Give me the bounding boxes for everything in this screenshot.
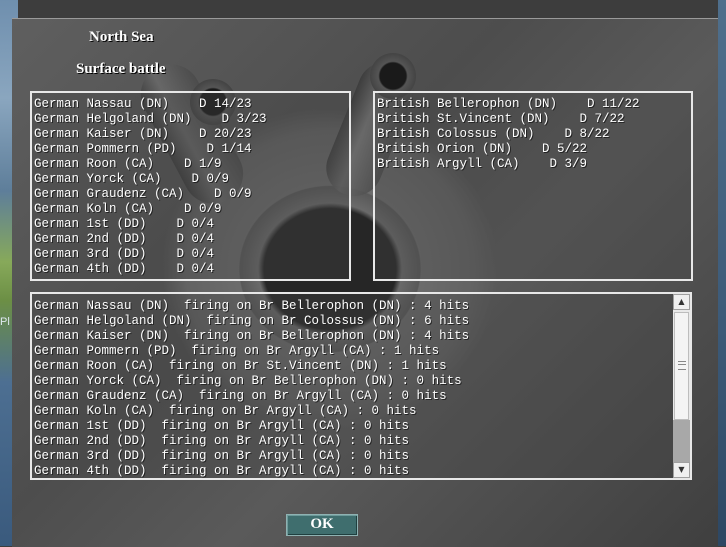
german-ship-row: German 1st (DD) D 0/4: [34, 217, 215, 231]
british-ship-row: British St.Vincent (DN) D 7/22: [377, 112, 625, 126]
combat-log-entry: German Roon (CA) firing on Br St.Vincent…: [34, 359, 447, 373]
ok-button[interactable]: OK: [286, 514, 358, 536]
combat-log-lines: German Nassau (DN) firing on Br Bellerop…: [34, 299, 469, 479]
german-ship-row: German Nassau (DN) D 14/23: [34, 97, 252, 111]
german-ship-row: German 4th (DD) D 0/4: [34, 262, 215, 276]
combat-log-entry: German 3rd (DD) firing on Br Argyll (CA)…: [34, 449, 410, 463]
combat-log-entry: German 1st (DD) firing on Br Argyll (CA)…: [34, 419, 410, 433]
scroll-down-button[interactable]: ▼: [673, 462, 690, 478]
british-fleet-panel: British Bellerophon (DN) D 11/22 British …: [373, 91, 693, 281]
german-ship-row: German Helgoland (DN) D 3/23: [34, 112, 267, 126]
region-title: North Sea: [89, 29, 154, 45]
german-ship-row: German Koln (CA) D 0/9: [34, 202, 222, 216]
german-ship-row: German Pommern (PD) D 1/14: [34, 142, 252, 156]
german-ship-row: German Roon (CA) D 1/9: [34, 157, 222, 171]
scroll-up-button[interactable]: ▲: [673, 294, 690, 310]
scroll-thumb[interactable]: [674, 312, 689, 420]
combat-log-entry: German 2nd (DD) firing on Br Argyll (CA)…: [34, 434, 410, 448]
battle-type-title: Surface battle: [76, 61, 166, 77]
combat-log-entry: German Nassau (DN) firing on Br Bellerop…: [34, 299, 470, 313]
combat-log-entry: German 4th (DD) firing on Br Argyll (CA)…: [34, 464, 410, 478]
combat-log-scrollbar[interactable]: ▲ ▼: [673, 294, 690, 478]
german-ship-row: German Graudenz (CA) D 0/9: [34, 187, 252, 201]
german-ship-row: German Kaiser (DN) D 20/23: [34, 127, 252, 141]
combat-log-entry: German Yorck (CA) firing on Br Belleroph…: [34, 374, 462, 388]
german-ship-row: German Yorck (CA) D 0/9: [34, 172, 230, 186]
british-fleet-list: British Bellerophon (DN) D 11/22 British …: [377, 97, 640, 172]
british-ship-row: British Argyll (CA) D 3/9: [377, 157, 588, 171]
combat-log[interactable]: German Nassau (DN) firing on Br Bellerop…: [30, 292, 692, 480]
british-ship-row: British Orion (DN) D 5/22: [377, 142, 588, 156]
grip-icon: [678, 361, 686, 370]
map-edge-label: Pl: [0, 316, 10, 328]
german-ship-row: German 3rd (DD) D 0/4: [34, 247, 215, 261]
british-ship-row: British Colossus (DN) D 8/22: [377, 127, 610, 141]
combat-log-entry: German Graudenz (CA) firing on Br Argyll…: [34, 389, 447, 403]
triangle-down-icon: ▼: [678, 465, 685, 474]
map-background-right: [718, 0, 726, 546]
german-fleet-list: German Nassau (DN) D 14/23 German Helgola…: [34, 97, 267, 277]
combat-log-entry: German Helgoland (DN) firing on Br Colos…: [34, 314, 470, 328]
triangle-up-icon: ▲: [678, 297, 685, 306]
combat-log-entry: German Pommern (PD) firing on Br Argyll …: [34, 344, 440, 358]
combat-log-entry: German Kaiser (DN) firing on Br Bellerop…: [34, 329, 470, 343]
scroll-track-lower[interactable]: [673, 420, 690, 462]
combat-log-entry: German Koln (CA) firing on Br Argyll (CA…: [34, 404, 417, 418]
british-ship-row: British Bellerophon (DN) D 11/22: [377, 97, 640, 111]
german-ship-row: German 2nd (DD) D 0/4: [34, 232, 215, 246]
german-fleet-panel: German Nassau (DN) D 14/23 German Helgola…: [30, 91, 351, 281]
